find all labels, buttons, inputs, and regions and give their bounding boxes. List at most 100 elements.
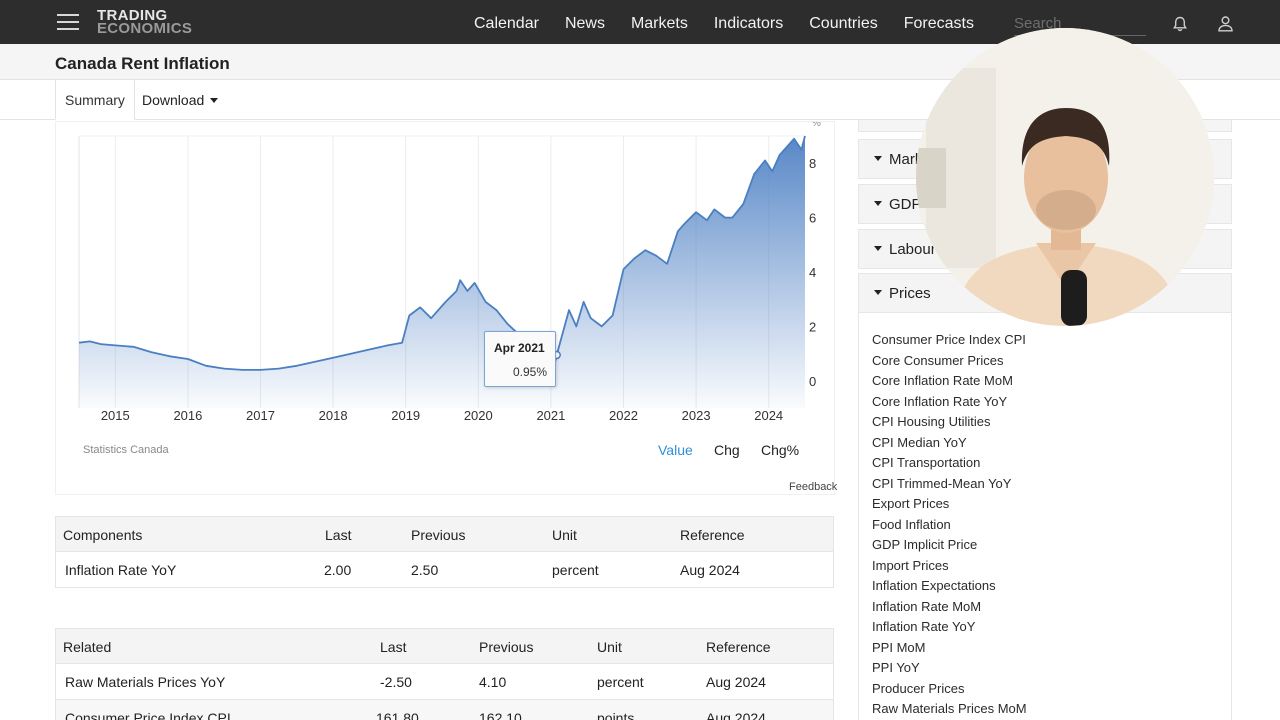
x-tick-label: 2015: [101, 408, 130, 423]
header-last: Last: [380, 639, 407, 655]
y-tick-label: 6: [809, 211, 816, 226]
cell-reference: Aug 2024: [706, 710, 766, 720]
mode-chg[interactable]: Chg: [714, 442, 740, 458]
cell-name[interactable]: Consumer Price Index CPI: [65, 710, 231, 720]
table-row[interactable]: Raw Materials Prices YoY -2.50 4.10 perc…: [55, 664, 834, 700]
bell-icon[interactable]: [1172, 16, 1188, 32]
header-previous: Previous: [479, 639, 534, 655]
cell-last: 2.00: [324, 562, 352, 578]
y-tick-label: 8: [809, 156, 816, 171]
sidebar-link[interactable]: Core Consumer Prices: [872, 351, 1027, 372]
x-tick-label: 2023: [682, 408, 711, 423]
cell-previous: 162.10: [479, 710, 522, 720]
section-label: Labour: [889, 241, 936, 258]
x-tick-label: 2024: [754, 408, 783, 423]
sidebar-link[interactable]: PPI MoM: [872, 638, 1027, 659]
chart-source: Statistics Canada: [83, 444, 169, 456]
sidebar-link[interactable]: Raw Materials Prices MoM: [872, 699, 1027, 720]
tooltip-date: Apr 2021: [494, 341, 545, 355]
cell-previous: 4.10: [479, 674, 507, 690]
x-tick-label: 2020: [464, 408, 493, 423]
mode-chg-pct[interactable]: Chg%: [761, 442, 799, 458]
cell-name[interactable]: Raw Materials Prices YoY: [65, 674, 225, 690]
table-row[interactable]: Consumer Price Index CPI 161.80 162.10 p…: [55, 700, 834, 720]
header-related: Related: [63, 639, 112, 655]
table-header: Components Last Previous Unit Reference: [55, 516, 834, 552]
chart-svg[interactable]: 2015 2016 2017 2018 2019 2020 2021 2022 2023 2024…: [56, 122, 836, 496]
user-icon[interactable]: [1217, 15, 1234, 32]
cell-unit: percent: [552, 562, 599, 578]
y-tick-label: 4: [809, 265, 816, 280]
sidebar-link[interactable]: PPI YoY: [872, 658, 1027, 679]
x-tick-label: 2016: [173, 408, 202, 423]
header-unit: Unit: [552, 527, 577, 543]
feedback-link[interactable]: Feedback: [789, 481, 837, 493]
cell-last: 161.80: [376, 710, 419, 720]
sidebar-link[interactable]: GDP Implicit Price: [872, 535, 1027, 556]
logo[interactable]: TRADING ECONOMICS: [97, 8, 193, 37]
components-table: Components Last Previous Unit Reference …: [55, 516, 834, 588]
header-unit: Unit: [597, 639, 622, 655]
presenter-video: [916, 28, 1214, 326]
table-header: Related Last Previous Unit Reference: [55, 628, 834, 664]
main-nav: Calendar News Markets Indicators Countri…: [474, 15, 1000, 33]
caret-down-icon: [874, 201, 882, 206]
cell-last: -2.50: [380, 674, 412, 690]
caret-down-icon: [874, 156, 882, 161]
chart-tooltip: Apr 2021 0.95%: [484, 331, 556, 387]
sidebar-link[interactable]: CPI Trimmed-Mean YoY: [872, 474, 1027, 495]
tooltip-value: 0.95%: [512, 365, 547, 379]
chart-panel: 2015 2016 2017 2018 2019 2020 2021 2022 2023 2024…: [55, 121, 837, 496]
header-reference: Reference: [680, 527, 745, 543]
mode-value[interactable]: Value: [658, 442, 693, 458]
sidebar-link[interactable]: Inflation Rate YoY: [872, 617, 1027, 638]
sidebar-link[interactable]: Core Inflation Rate YoY: [872, 392, 1027, 413]
header-components: Components: [63, 527, 143, 543]
webcam-overlay: [916, 28, 1214, 326]
x-tick-label: 2018: [319, 408, 348, 423]
download-label: Download: [142, 92, 205, 108]
y-unit-label: %: [812, 122, 821, 129]
nav-countries[interactable]: Countries: [809, 15, 877, 33]
header-previous: Previous: [411, 527, 466, 543]
cell-unit: points: [597, 710, 635, 720]
sidebar-link[interactable]: CPI Median YoY: [872, 433, 1027, 454]
caret-down-icon: [874, 246, 882, 251]
sidebar-link[interactable]: Consumer Price Index CPI: [872, 330, 1027, 351]
nav-news[interactable]: News: [565, 15, 605, 33]
nav-calendar[interactable]: Calendar: [474, 15, 539, 33]
header-reference: Reference: [706, 639, 771, 655]
sidebar-link[interactable]: CPI Housing Utilities: [872, 412, 1027, 433]
table-row[interactable]: Inflation Rate YoY 2.00 2.50 percent Aug…: [55, 552, 834, 588]
x-tick-label: 2022: [609, 408, 638, 423]
menu-icon[interactable]: [57, 14, 79, 30]
sidebar-link[interactable]: Inflation Rate MoM: [872, 597, 1027, 618]
x-tick-label: 2019: [391, 408, 420, 423]
sidebar-link[interactable]: Producer Prices: [872, 679, 1027, 700]
cell-reference: Aug 2024: [680, 562, 740, 578]
nav-indicators[interactable]: Indicators: [714, 15, 783, 33]
logo-line2: ECONOMICS: [97, 20, 193, 37]
prices-links: Consumer Price Index CPI Core Consumer P…: [872, 330, 1027, 720]
sidebar-link[interactable]: Core Inflation Rate MoM: [872, 371, 1027, 392]
nav-forecasts[interactable]: Forecasts: [904, 15, 974, 33]
y-tick-label: 2: [809, 319, 816, 334]
sidebar-link[interactable]: Import Prices: [872, 556, 1027, 577]
section-label: Prices: [889, 285, 931, 302]
cell-name[interactable]: Inflation Rate YoY: [65, 562, 176, 578]
related-table: Related Last Previous Unit Reference Raw…: [55, 628, 834, 720]
cell-previous: 2.50: [411, 562, 439, 578]
cell-reference: Aug 2024: [706, 674, 766, 690]
header-last: Last: [325, 527, 352, 543]
download-dropdown[interactable]: Download: [142, 92, 219, 108]
tab-summary[interactable]: Summary: [55, 80, 135, 120]
sidebar-link[interactable]: Inflation Expectations: [872, 576, 1027, 597]
sidebar-link[interactable]: CPI Transportation: [872, 453, 1027, 474]
sidebar-link[interactable]: Food Inflation: [872, 515, 1027, 536]
x-tick-label: 2021: [536, 408, 565, 423]
sidebar-link[interactable]: Export Prices: [872, 494, 1027, 515]
caret-down-icon: [210, 98, 219, 103]
nav-markets[interactable]: Markets: [631, 15, 688, 33]
x-tick-label: 2017: [246, 408, 275, 423]
y-tick-label: 0: [809, 374, 816, 389]
